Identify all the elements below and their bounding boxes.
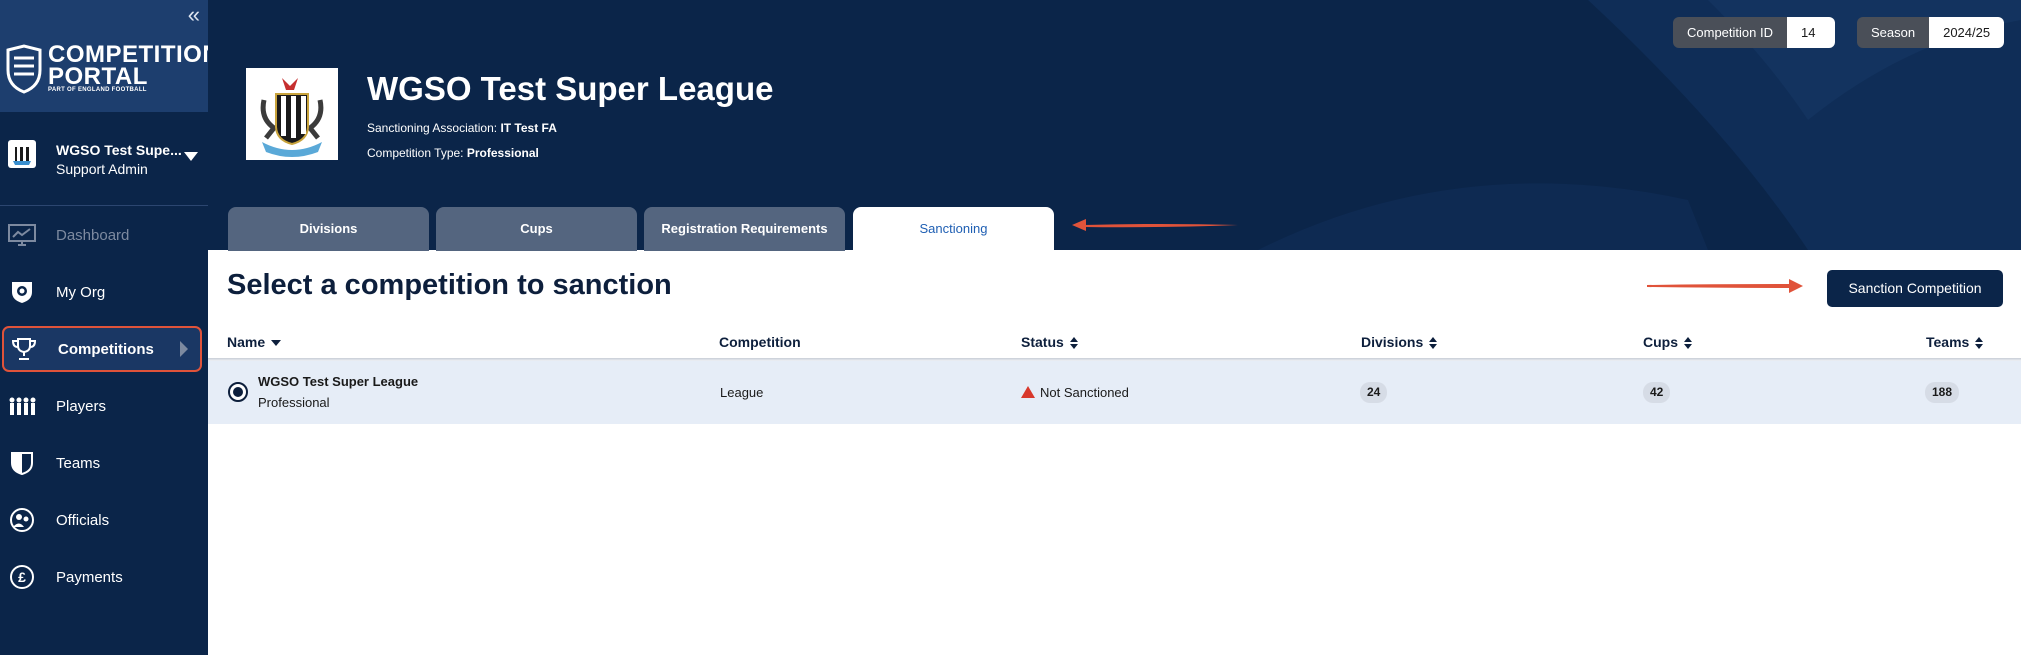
column-header-divisions[interactable]: Divisions xyxy=(1361,334,1438,350)
portal-logo-icon xyxy=(6,44,42,94)
sidebar-item-dashboard: Dashboard xyxy=(0,212,208,258)
sidebar-item-label: Players xyxy=(56,398,107,415)
collapse-sidebar-icon[interactable]: « xyxy=(188,4,200,26)
dashboard-icon xyxy=(8,224,36,246)
team-shield-icon xyxy=(11,452,33,475)
column-header-competition: Competition xyxy=(719,334,801,350)
shield-icon xyxy=(12,282,32,303)
chevron-right-icon xyxy=(180,341,188,357)
row-status: Not Sanctioned xyxy=(1040,385,1129,400)
sanction-competition-button[interactable]: Sanction Competition xyxy=(1827,270,2003,307)
sanctioning-association-value: IT Test FA xyxy=(500,121,557,135)
competition-id-label: Competition ID xyxy=(1673,17,1787,48)
sidebar-item-my-org[interactable]: My Org xyxy=(0,269,208,315)
competition-type: Competition Type: Professional xyxy=(367,146,539,160)
competition-type-value: Professional xyxy=(466,146,539,160)
sidebar-item-label: My Org xyxy=(56,284,106,301)
annotation-arrow-right-icon xyxy=(1647,279,1803,293)
tab-sanctioning[interactable]: Sanctioning xyxy=(853,207,1054,251)
row-cups-count: 42 xyxy=(1643,382,1671,403)
sidebar-item-players[interactable]: Players xyxy=(0,383,208,429)
row-select-radio[interactable] xyxy=(228,382,248,402)
column-header-cups[interactable]: Cups xyxy=(1643,334,1692,350)
season-value: 2024/25 xyxy=(1929,17,2005,48)
page-title: Select a competition to sanction xyxy=(227,269,672,301)
tab-cups[interactable]: Cups xyxy=(436,207,637,251)
annotation-arrow-left-icon xyxy=(1072,219,1238,231)
brand-header: « COMPETITION PORTAL PART OF ENGLAND FOO… xyxy=(0,0,220,112)
competition-title: WGSO Test Super League xyxy=(367,70,774,107)
sidebar-item-label: Teams xyxy=(56,455,101,472)
table-row[interactable]: WGSO Test Super League Professional Leag… xyxy=(208,361,2021,424)
sidebar-item-payments[interactable]: £ Payments xyxy=(0,554,208,600)
tab-divisions[interactable]: Divisions xyxy=(228,207,429,251)
org-badge-icon xyxy=(8,140,36,168)
sidebar: « COMPETITION PORTAL PART OF ENGLAND FOO… xyxy=(0,0,220,655)
players-icon xyxy=(9,397,36,415)
org-name: WGSO Test Supe... xyxy=(56,142,182,158)
sidebar-item-label: Officials xyxy=(56,512,110,529)
brand-subtitle: PART OF ENGLAND FOOTBALL xyxy=(48,87,147,93)
row-divisions-count: 24 xyxy=(1360,382,1388,403)
row-teams-count: 188 xyxy=(1925,382,1960,403)
warning-triangle-icon xyxy=(1021,386,1035,398)
tab-registration-requirements[interactable]: Registration Requirements xyxy=(644,207,845,251)
sort-icon xyxy=(1684,337,1692,350)
org-dropdown-icon[interactable] xyxy=(184,152,198,161)
competition-id-value: 14 xyxy=(1786,17,1836,48)
row-competition-type: League xyxy=(720,385,764,400)
pound-icon: £ xyxy=(10,565,34,589)
sort-icon xyxy=(1429,337,1438,350)
sidebar-item-label: Dashboard xyxy=(56,227,130,244)
season-badge: Season 2024/25 xyxy=(1857,17,2005,48)
row-competition-name: WGSO Test Super League xyxy=(258,374,419,389)
sidebar-divider xyxy=(0,205,208,206)
brand-title: COMPETITION PORTAL xyxy=(48,41,221,90)
column-header-name[interactable]: Name xyxy=(227,334,282,350)
sidebar-item-teams[interactable]: Teams xyxy=(0,440,208,486)
column-header-teams[interactable]: Teams xyxy=(1926,334,1984,350)
row-competition-subtype: Professional xyxy=(258,395,330,410)
sidebar-item-label: Competitions xyxy=(58,341,154,358)
competition-id-badge: Competition ID 14 xyxy=(1673,17,1836,48)
sidebar-item-competitions[interactable]: Competitions xyxy=(2,326,202,372)
sort-icon xyxy=(1069,337,1078,350)
sort-icon xyxy=(1975,337,1984,350)
sidebar-item-label: Payments xyxy=(56,569,123,586)
season-label: Season xyxy=(1857,17,1930,48)
table-header: Name Competition Status Divisions Cups T… xyxy=(208,330,2021,360)
column-header-status[interactable]: Status xyxy=(1021,334,1078,350)
sanctioning-association: Sanctioning Association: IT Test FA xyxy=(367,121,557,135)
sort-descending-icon xyxy=(271,340,282,347)
sidebar-item-officials[interactable]: Officials xyxy=(0,497,208,543)
competition-crest-icon xyxy=(246,68,338,160)
trophy-icon xyxy=(11,338,37,360)
org-role: Support Admin xyxy=(56,161,148,177)
svg-text:£: £ xyxy=(18,569,26,585)
officials-icon xyxy=(10,508,34,532)
org-switcher[interactable]: WGSO Test Supe... Support Admin xyxy=(0,130,208,190)
